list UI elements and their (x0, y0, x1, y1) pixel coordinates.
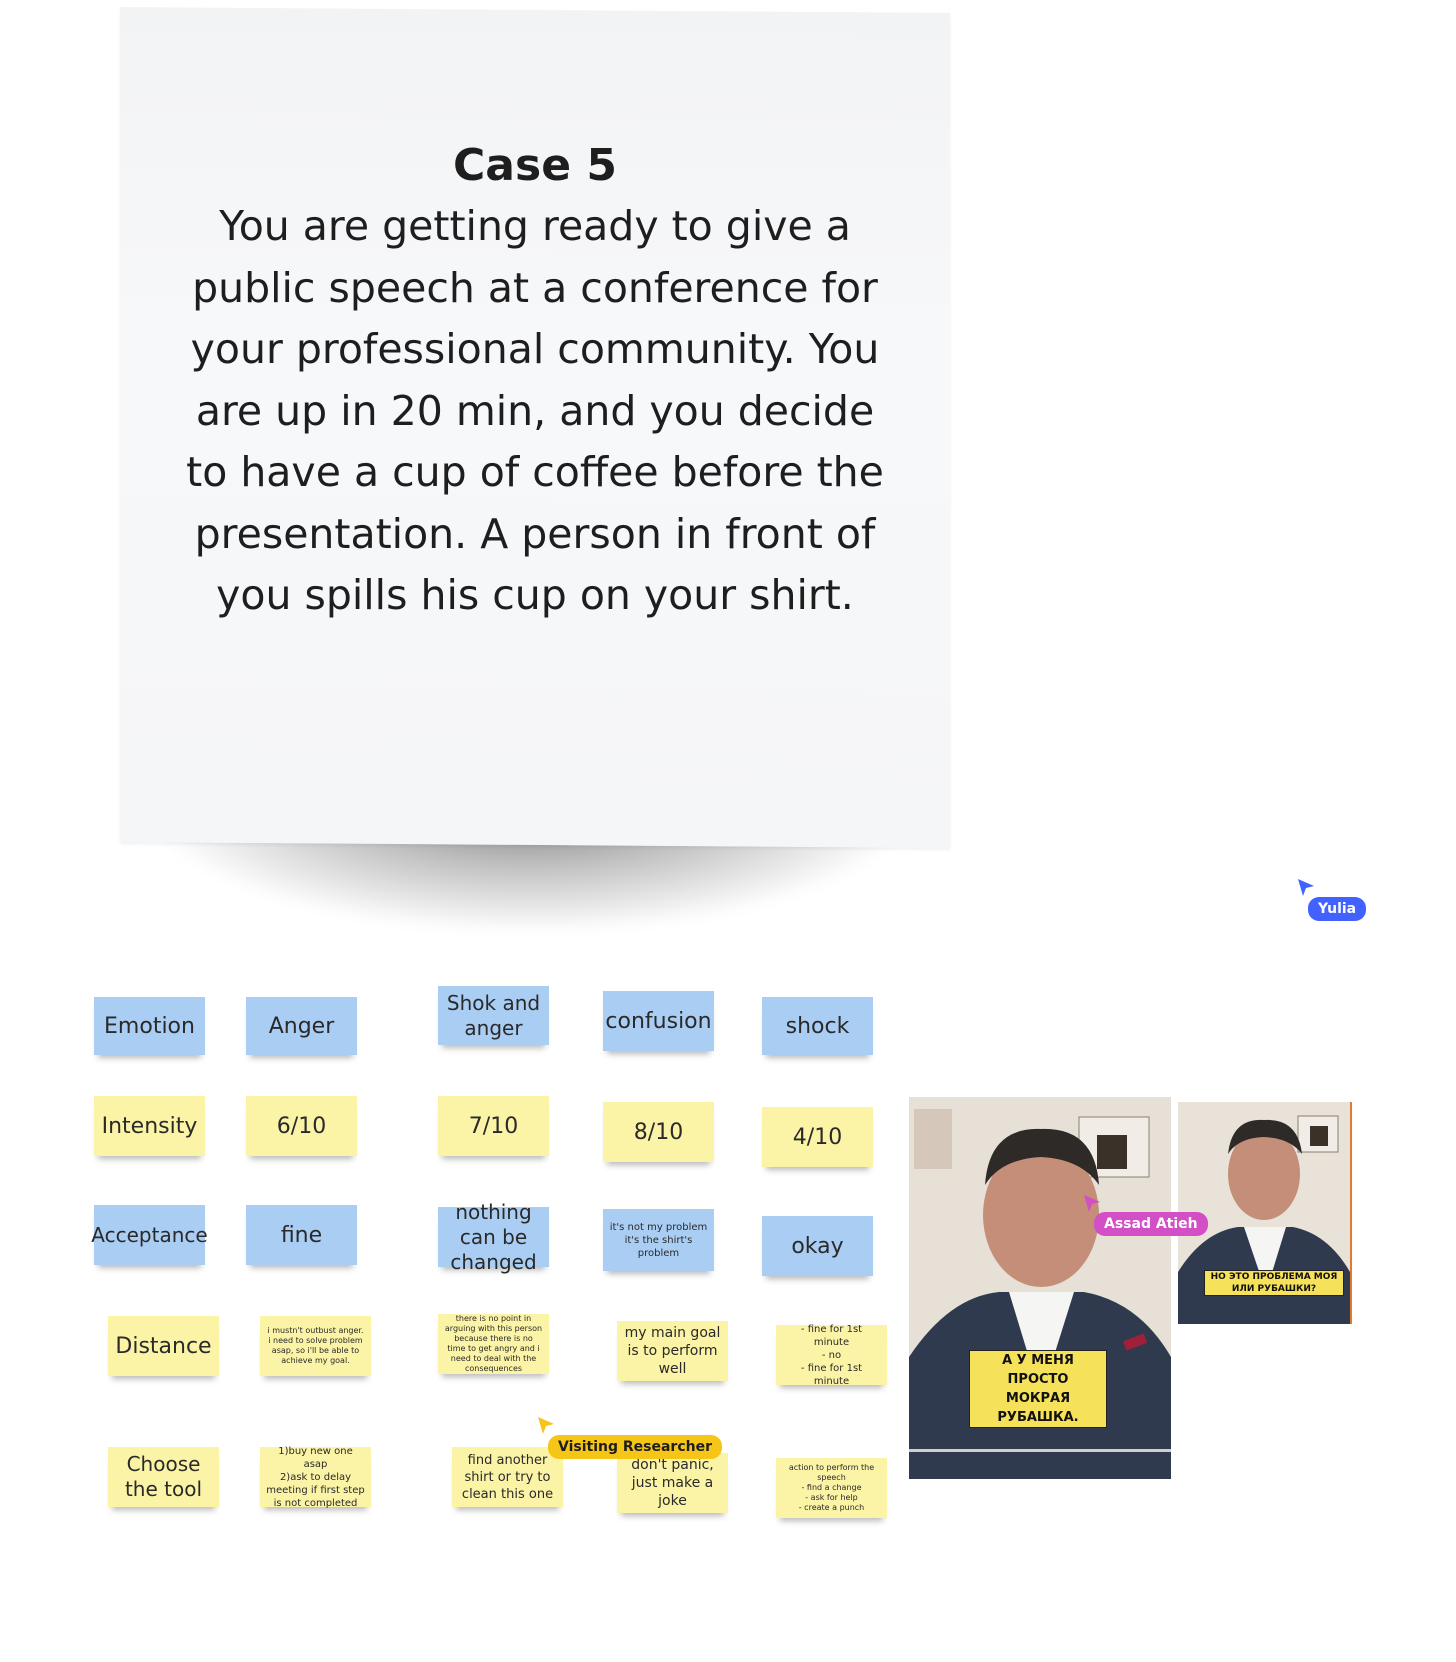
sticky-acceptance-label[interactable]: Acceptance (91, 1205, 208, 1265)
cursor-pointer-icon (1084, 1195, 1100, 1212)
sticky-intensity-label[interactable]: Intensity (94, 1096, 205, 1156)
sticky-intensity-3[interactable]: 8/10 (603, 1102, 714, 1162)
video-frame-side[interactable]: НО ЭТО ПРОБЛЕМА МОЯ ИЛИ РУБАШКИ? (1178, 1102, 1352, 1324)
sticky-acceptance-3[interactable]: it's not my problem it's the shirt's pro… (603, 1209, 714, 1271)
sticky-distance-4[interactable]: - fine for 1st minute - no - fine for 1s… (776, 1324, 887, 1387)
sticky-distance-3[interactable]: my main goal is to perform well (617, 1321, 728, 1381)
sticky-tool-2[interactable]: find another shirt or try to clean this … (452, 1447, 563, 1507)
sticky-emotion-1[interactable]: Anger (246, 997, 357, 1055)
cursor-pointer-icon (1298, 879, 1314, 896)
collaborator-tag-yulia: Yulia (1308, 897, 1367, 921)
sticky-tool-1[interactable]: 1)buy new one asap 2)ask to delay meetin… (260, 1446, 371, 1509)
video-frame-main[interactable]: А У МЕНЯ ПРОСТО МОКРАЯ РУБАШКА. (909, 1097, 1171, 1479)
sticky-emotion-label[interactable]: Emotion (94, 997, 205, 1055)
collaborator-tag-visitor: Visiting Researcher (548, 1435, 722, 1459)
sticky-tool-4[interactable]: action to perform the speech - find a ch… (776, 1458, 887, 1518)
case-description: You are getting ready to give a public s… (186, 202, 884, 619)
collaborator-tag-assad: Assad Atieh (1094, 1212, 1208, 1236)
cursor-pointer-icon (538, 1417, 554, 1434)
sticky-distance-label[interactable]: Distance (108, 1316, 219, 1376)
sticky-intensity-2[interactable]: 7/10 (438, 1096, 549, 1156)
sticky-emotion-4[interactable]: shock (762, 997, 873, 1055)
sticky-intensity-4[interactable]: 4/10 (762, 1107, 873, 1167)
sticky-emotion-3[interactable]: confusion (603, 991, 714, 1051)
sticky-emotion-2[interactable]: Shok and anger (438, 986, 549, 1045)
case-title: Case 5 (453, 140, 617, 191)
video-caption-main: А У МЕНЯ ПРОСТО МОКРАЯ РУБАШКА. (969, 1350, 1107, 1428)
sticky-distance-2[interactable]: there is no point in arguing with this p… (438, 1314, 549, 1374)
video-caption-side: НО ЭТО ПРОБЛЕМА МОЯ ИЛИ РУБАШКИ? (1204, 1270, 1344, 1296)
sticky-tool-label[interactable]: Choose the tool (108, 1447, 219, 1507)
sticky-acceptance-4[interactable]: okay (762, 1216, 873, 1276)
sticky-acceptance-1[interactable]: fine (246, 1205, 357, 1265)
sticky-intensity-1[interactable]: 6/10 (246, 1096, 357, 1156)
sticky-distance-1[interactable]: i mustn't outbust anger. i need to solve… (260, 1316, 371, 1376)
sticky-acceptance-2[interactable]: nothing can be changed (438, 1200, 549, 1274)
sticky-tool-3[interactable]: don't panic, just make a joke (617, 1453, 728, 1513)
